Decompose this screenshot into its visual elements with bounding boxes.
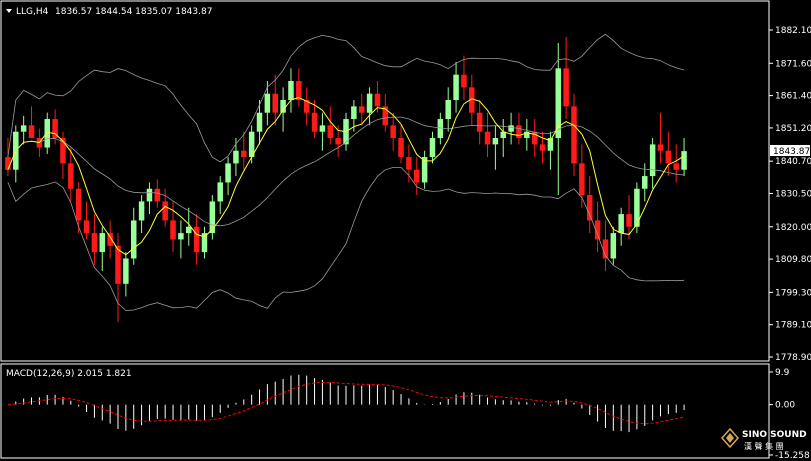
bull-candle: [264, 93, 271, 113]
bear-candle: [563, 68, 569, 107]
macd-series-layer: [7, 374, 685, 433]
price-tick-label: 1809.80: [775, 255, 811, 265]
price-tick-label: 1871.60: [775, 59, 811, 69]
bear-candle: [398, 138, 404, 158]
bear-candle: [162, 201, 168, 221]
bear-candle: [335, 138, 341, 145]
price-tick-label: 1789.10: [775, 321, 811, 331]
price-panel-frame: [0, 0, 770, 362]
macd-tick-label: 0.00: [775, 401, 795, 411]
price-tick-label: 1851.20: [775, 124, 811, 134]
bear-candle: [311, 112, 318, 132]
chevron-down-icon[interactable]: [6, 9, 12, 13]
bear-candle: [414, 169, 420, 183]
bull-candle: [217, 182, 223, 202]
bear-candle: [665, 150, 672, 164]
bull-candle: [138, 201, 145, 221]
price-tick-label: 1778.90: [775, 353, 811, 363]
bear-candle: [461, 74, 467, 88]
bear-candle: [571, 106, 577, 164]
bear-candle: [75, 188, 82, 221]
bull-candle: [99, 233, 106, 253]
symbol-timeframe: LLG,H4: [16, 7, 49, 17]
bull-candle: [492, 138, 499, 145]
bear-candle: [516, 125, 522, 139]
bull-candle: [681, 151, 687, 170]
bull-candle: [429, 138, 436, 158]
bull-candle: [319, 125, 326, 132]
bull-candle: [209, 201, 216, 234]
bear-candle: [673, 163, 679, 170]
bull-candle: [366, 93, 373, 113]
price-chart: 1882.10 1871.60 1861.40 1851.20 1840.70 1830.…: [0, 0, 811, 461]
current-price-label: 1843.87: [773, 147, 810, 157]
bear-candle: [170, 220, 176, 240]
price-tick-label: 1820.00: [775, 223, 811, 233]
macd-tick-label: 9.9: [775, 368, 790, 378]
bear-candle: [115, 245, 121, 284]
bull-candle: [256, 112, 263, 132]
bear-candle: [193, 226, 200, 253]
bear-candle: [390, 125, 396, 139]
bull-candle: [233, 150, 239, 164]
watermark-sub: 漢 聲 集 團: [744, 441, 784, 451]
y-axis: 1882.10 1871.60 1861.40 1851.20 1840.70 1830.…: [769, 26, 811, 461]
bull-candle: [610, 233, 617, 259]
bear-candle: [241, 150, 247, 158]
bull-candle: [123, 258, 129, 284]
bear-candle: [626, 214, 632, 227]
bear-candle: [28, 125, 35, 139]
bull-candle: [186, 226, 192, 234]
bear-candle: [272, 93, 278, 113]
bull-candle: [642, 176, 648, 189]
macd-tick-label: -15.258: [775, 451, 810, 461]
bear-candle: [484, 131, 491, 145]
watermark-brand: SINO SOUND: [742, 430, 807, 440]
bull-candle: [351, 106, 357, 120]
price-tick-label: 1882.10: [775, 26, 811, 36]
bull-candle: [288, 81, 294, 101]
bear-candle: [374, 93, 381, 107]
bear-candle: [154, 188, 161, 202]
price-tick-label: 1861.40: [775, 92, 811, 102]
bear-candle: [406, 157, 412, 170]
bull-candle: [508, 125, 514, 132]
macd-label: MACD(12,26,9) 2.015 1.821: [6, 369, 132, 379]
price-tick-label: 1799.30: [775, 288, 811, 298]
bull-candle: [618, 214, 624, 234]
sino-sound-logo: SINO SOUND 漢 聲 集 團: [720, 427, 807, 451]
bear-candle: [586, 195, 593, 221]
bear-candle: [91, 233, 98, 253]
bull-candle: [20, 125, 27, 132]
bear-candle: [83, 220, 90, 234]
price-tick-label: 1840.70: [775, 157, 811, 167]
bear-candle: [358, 106, 365, 113]
bear-candle: [579, 163, 585, 196]
bear-candle: [539, 144, 546, 151]
bear-candle: [5, 157, 11, 170]
bull-candle: [178, 233, 184, 240]
ohlc-readout: 1836.57 1844.54 1835.07 1843.87: [55, 7, 212, 17]
bull-candle: [225, 163, 231, 183]
bull-candle: [130, 220, 137, 259]
bull-candle: [445, 100, 451, 120]
trading-chart-window: 1882.10 1871.60 1861.40 1851.20 1840.70 1830.…: [0, 0, 811, 461]
price-series-layer: [5, 33, 687, 322]
price-tick-label: 1830.50: [775, 190, 811, 200]
bear-candle: [657, 144, 664, 151]
bull-candle: [453, 74, 459, 101]
bear-candle: [68, 163, 74, 189]
bull-candle: [649, 144, 656, 177]
bull-candle: [146, 188, 153, 202]
bear-candle: [327, 125, 334, 139]
bear-candle: [476, 112, 483, 132]
bull-candle: [44, 119, 50, 148]
